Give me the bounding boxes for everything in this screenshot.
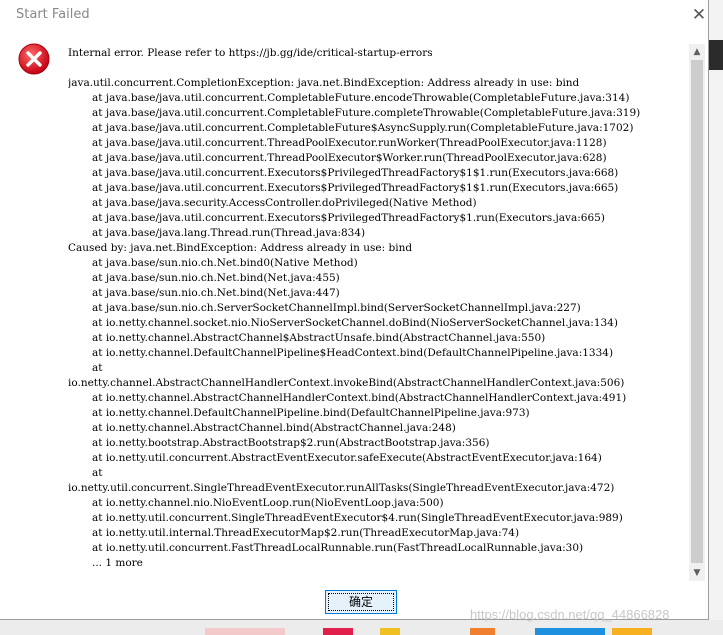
message-line: at io.netty.channel.AbstractChannelHandl… <box>92 392 627 404</box>
scroll-up-arrow-icon[interactable]: ▲ <box>689 44 705 60</box>
error-icon <box>18 43 50 75</box>
background-app-strip <box>709 0 723 635</box>
dialog-titlebar[interactable]: Start Failed ✕ <box>0 0 709 30</box>
message-line: io.netty.channel.AbstractChannelHandlerC… <box>68 377 625 389</box>
message-line: Internal error. Please refer to https://… <box>68 47 433 59</box>
background-app-bottom <box>0 620 723 635</box>
message-line: at java.base/sun.nio.ch.Net.bind(Net.jav… <box>92 272 340 284</box>
message-line: at io.netty.util.internal.ThreadExecutor… <box>92 527 520 539</box>
message-line: at java.base/java.util.concurrent.Execut… <box>92 167 619 179</box>
message-line: at io.netty.channel.DefaultChannelPipeli… <box>92 407 530 419</box>
message-line: at java.base/java.util.concurrent.Comple… <box>92 92 630 104</box>
background-block <box>535 628 605 635</box>
watermark-text: https://blog.csdn.net/qq_44866828 <box>470 607 670 622</box>
message-line: at java.base/java.lang.Thread.run(Thread… <box>92 227 366 239</box>
background-block <box>323 628 353 635</box>
dialog-title: Start Failed <box>16 7 90 22</box>
message-line: Caused by: java.net.BindException: Addre… <box>68 242 413 254</box>
background-dark-block <box>709 40 723 70</box>
message-line: at java.base/java.util.concurrent.Thread… <box>92 152 607 164</box>
message-line: at java.base/java.util.concurrent.Thread… <box>92 137 607 149</box>
message-line: at <box>92 362 103 374</box>
message-line: at java.base/java.security.AccessControl… <box>92 197 477 209</box>
close-icon[interactable]: ✕ <box>689 5 709 25</box>
message-line: at io.netty.util.concurrent.AbstractEven… <box>92 452 602 464</box>
message-line: at java.base/java.util.concurrent.Execut… <box>92 182 619 194</box>
background-block <box>470 628 495 635</box>
message-line: at io.netty.channel.AbstractChannel$Abst… <box>92 332 546 344</box>
ok-button[interactable]: 确定 <box>325 590 397 614</box>
message-line: at <box>92 467 103 479</box>
background-block <box>612 628 652 635</box>
message-line: at io.netty.channel.DefaultChannelPipeli… <box>92 347 614 359</box>
background-block <box>380 628 400 635</box>
scroll-thumb[interactable] <box>691 60 703 563</box>
message-line: at java.base/sun.nio.ch.Net.bind(Net.jav… <box>92 287 340 299</box>
message-line: io.netty.util.concurrent.SingleThreadEve… <box>68 482 615 494</box>
message-line: ... 1 more <box>92 557 143 569</box>
focus-rectangle <box>328 593 394 611</box>
error-message-text: Internal error. Please refer to https://… <box>68 46 640 571</box>
message-line: at io.netty.bootstrap.AbstractBootstrap$… <box>92 437 490 449</box>
background-block <box>205 628 285 635</box>
message-line: at io.netty.channel.socket.nio.NioServer… <box>92 317 618 329</box>
vertical-scrollbar[interactable]: ▲ ▼ <box>689 44 705 581</box>
error-message-area[interactable]: Internal error. Please refer to https://… <box>68 40 688 580</box>
message-line: at java.base/java.util.concurrent.Comple… <box>92 122 634 134</box>
message-line: at io.netty.util.concurrent.SingleThread… <box>92 512 623 524</box>
message-line: at io.netty.channel.AbstractChannel.bind… <box>92 422 456 434</box>
scroll-down-arrow-icon[interactable]: ▼ <box>689 565 705 581</box>
message-line: at java.base/sun.nio.ch.Net.bind0(Native… <box>92 257 358 269</box>
message-line: at java.base/java.util.concurrent.Comple… <box>92 107 641 119</box>
message-line: at java.base/java.util.concurrent.Execut… <box>92 212 605 224</box>
start-failed-dialog: Start Failed ✕ Internal error. Please re… <box>0 0 709 620</box>
message-line: java.util.concurrent.CompletionException… <box>68 77 580 89</box>
message-line <box>68 61 640 76</box>
message-line: at java.base/sun.nio.ch.ServerSocketChan… <box>92 302 581 314</box>
message-line: at io.netty.channel.nio.NioEventLoop.run… <box>92 497 444 509</box>
message-line: at io.netty.util.concurrent.FastThreadLo… <box>92 542 584 554</box>
